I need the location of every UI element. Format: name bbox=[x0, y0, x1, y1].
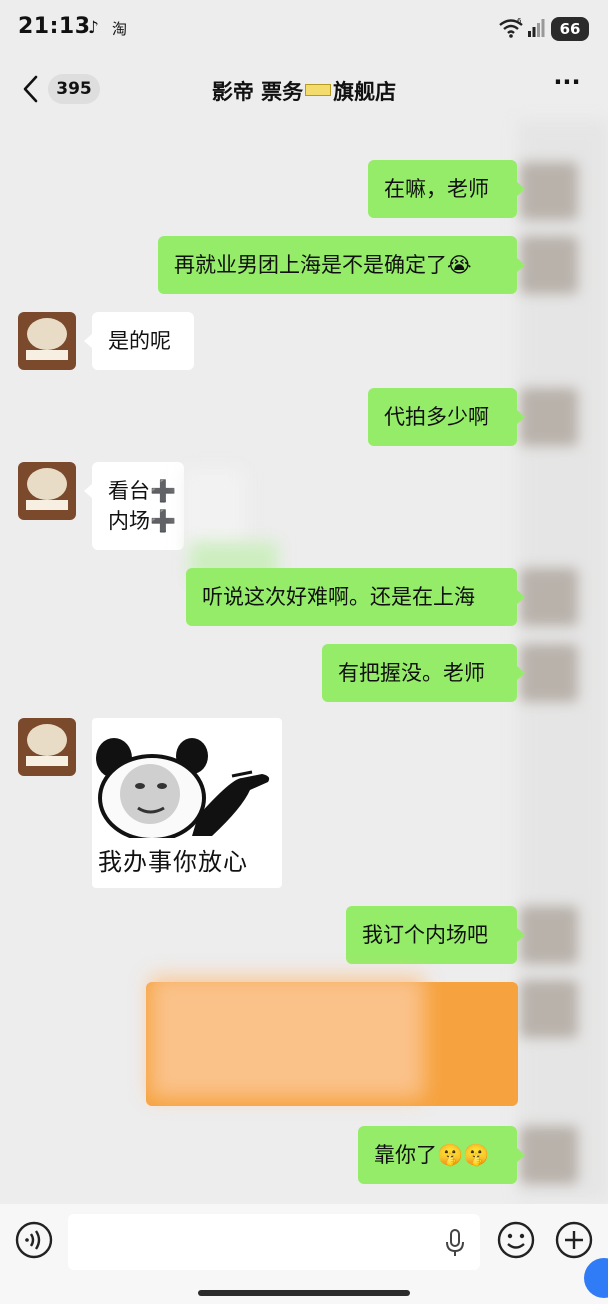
sticker-caption: 我办事你放心 bbox=[98, 848, 248, 876]
chat-title-left: 影帝 票务 bbox=[211, 80, 304, 104]
message-bubble-outgoing[interactable]: 代拍多少啊 bbox=[368, 388, 517, 446]
shop-logo-icon bbox=[27, 724, 67, 756]
more-options-icon[interactable]: ··· bbox=[552, 70, 582, 102]
ticket-icon bbox=[305, 84, 332, 96]
self-avatar[interactable] bbox=[520, 388, 578, 446]
mic-icon[interactable] bbox=[444, 1228, 466, 1258]
signal-icon bbox=[528, 19, 545, 37]
self-avatar[interactable] bbox=[520, 906, 578, 964]
plus-icon[interactable] bbox=[554, 1220, 594, 1260]
message-bubble-incoming[interactable]: 是的呢 bbox=[92, 312, 194, 370]
unread-count-badge[interactable]: 395 bbox=[48, 74, 100, 104]
panda-face-icon bbox=[96, 738, 270, 838]
shop-avatar[interactable] bbox=[18, 462, 76, 520]
network-label: 6 bbox=[517, 17, 522, 25]
back-icon[interactable] bbox=[20, 74, 42, 104]
status-time: 21:13 bbox=[18, 14, 91, 39]
wifi-icon: 6 bbox=[499, 17, 523, 38]
self-avatar[interactable] bbox=[520, 162, 578, 220]
shop-avatar[interactable] bbox=[18, 718, 76, 776]
self-avatar[interactable] bbox=[520, 568, 578, 626]
self-avatar[interactable] bbox=[520, 644, 578, 702]
self-avatar[interactable] bbox=[520, 980, 578, 1038]
message-bubble-outgoing[interactable]: 有把握没。老师 bbox=[322, 644, 517, 702]
message-bubble-outgoing[interactable]: 靠你了🤫🤫 bbox=[358, 1126, 517, 1184]
message-input[interactable] bbox=[68, 1214, 480, 1270]
self-avatar[interactable] bbox=[520, 236, 578, 294]
tiktok-icon: ♪ bbox=[88, 18, 99, 38]
blurred-price bbox=[184, 470, 244, 550]
message-bubble-outgoing[interactable]: 我订个内场吧 bbox=[346, 906, 517, 964]
message-bubble-outgoing[interactable]: 再就业男团上海是不是确定了😭 bbox=[158, 236, 517, 294]
self-avatar[interactable] bbox=[520, 1126, 578, 1184]
price-line-floor: 内场➕ bbox=[108, 509, 177, 533]
panda-meme-sticker[interactable]: 我办事你放心 bbox=[92, 718, 282, 888]
emoji-icon[interactable] bbox=[496, 1220, 536, 1260]
battery-indicator: 66 bbox=[551, 17, 589, 41]
shop-logo-icon bbox=[27, 318, 67, 350]
chat-header: 395 影帝 票务 旗舰店 ··· bbox=[0, 60, 608, 118]
message-bubble-outgoing[interactable]: 听说这次好难啊。还是在上海 bbox=[186, 568, 517, 626]
blurred-card-content bbox=[150, 976, 424, 1098]
message-bubble-incoming[interactable]: 看台➕ 内场➕ bbox=[92, 462, 184, 550]
shop-logo-icon bbox=[27, 468, 67, 500]
taobao-icon: 淘 bbox=[112, 20, 128, 38]
chat-title[interactable]: 影帝 票务 旗舰店 bbox=[120, 76, 488, 106]
chat-title-right: 旗舰店 bbox=[333, 80, 397, 104]
message-bubble-outgoing[interactable]: 在嘛，老师 bbox=[368, 160, 517, 218]
voice-icon[interactable] bbox=[14, 1220, 54, 1260]
shop-avatar[interactable] bbox=[18, 312, 76, 370]
price-line-stand: 看台➕ bbox=[108, 479, 177, 503]
home-indicator[interactable] bbox=[198, 1290, 410, 1296]
status-bar: 21:13 ♪ 淘 6 66 bbox=[0, 0, 608, 60]
